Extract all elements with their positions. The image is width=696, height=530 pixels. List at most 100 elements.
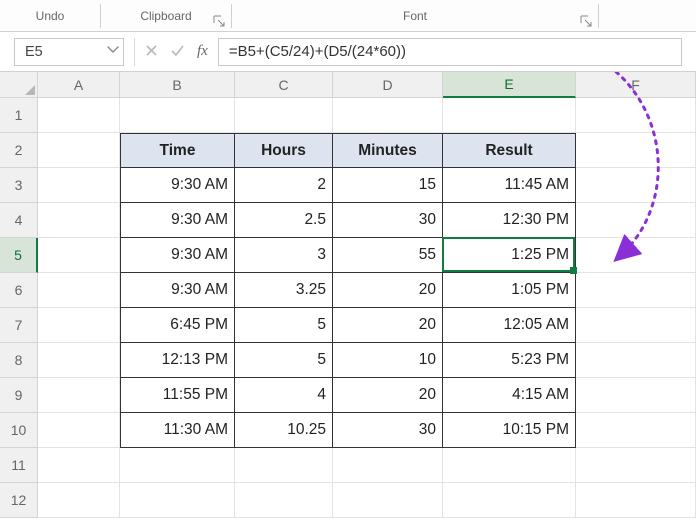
- cells-area[interactable]: TimeHoursMinutesResult9:30 AM21511:45 AM…: [38, 98, 696, 518]
- row-header-1[interactable]: 1: [0, 98, 38, 133]
- cell[interactable]: [443, 98, 576, 133]
- row-header-8[interactable]: 8: [0, 343, 38, 378]
- table-header-minutes[interactable]: Minutes: [333, 133, 443, 168]
- table-cell[interactable]: 10.25: [235, 413, 333, 448]
- grid[interactable]: ABCDEF 123456789101112 TimeHoursMinutesR…: [0, 72, 696, 530]
- table-cell[interactable]: 2: [235, 168, 333, 203]
- cell[interactable]: [333, 98, 443, 133]
- cell[interactable]: [38, 203, 120, 238]
- cell[interactable]: [120, 483, 235, 518]
- cell[interactable]: [235, 483, 333, 518]
- table-cell[interactable]: 12:05 AM: [443, 308, 576, 343]
- table-cell[interactable]: 9:30 AM: [120, 238, 235, 273]
- cell[interactable]: [38, 273, 120, 308]
- table-cell[interactable]: 1:25 PM: [443, 238, 576, 273]
- cell[interactable]: [120, 448, 235, 483]
- table-cell[interactable]: 5:23 PM: [443, 343, 576, 378]
- row-header-10[interactable]: 10: [0, 413, 38, 448]
- cell[interactable]: [576, 448, 696, 483]
- cell[interactable]: [576, 483, 696, 518]
- table-cell[interactable]: 20: [333, 378, 443, 413]
- column-header-D[interactable]: D: [333, 72, 443, 98]
- dialog-launcher-icon[interactable]: [213, 15, 225, 27]
- cell[interactable]: [576, 343, 696, 378]
- column-header-A[interactable]: A: [38, 72, 120, 98]
- cell[interactable]: [576, 238, 696, 273]
- cell[interactable]: [576, 203, 696, 238]
- cell[interactable]: [38, 483, 120, 518]
- row-header-7[interactable]: 7: [0, 308, 38, 343]
- column-header-F[interactable]: F: [576, 72, 696, 98]
- cell[interactable]: [38, 378, 120, 413]
- table-cell[interactable]: 10: [333, 343, 443, 378]
- row-header-4[interactable]: 4: [0, 203, 38, 238]
- table-header-hours[interactable]: Hours: [235, 133, 333, 168]
- dialog-launcher-icon[interactable]: [580, 15, 592, 27]
- column-header-C[interactable]: C: [235, 72, 333, 98]
- table-header-time[interactable]: Time: [120, 133, 235, 168]
- table-cell[interactable]: 11:55 PM: [120, 378, 235, 413]
- cell[interactable]: [443, 448, 576, 483]
- cell[interactable]: [576, 133, 696, 168]
- table-cell[interactable]: 15: [333, 168, 443, 203]
- formula-input[interactable]: =B5+(C5/24)+(D5/(24*60)): [218, 38, 682, 66]
- select-all-button[interactable]: [0, 72, 38, 98]
- column-header-B[interactable]: B: [120, 72, 235, 98]
- table-cell[interactable]: 11:30 AM: [120, 413, 235, 448]
- table-cell[interactable]: 10:15 PM: [443, 413, 576, 448]
- table-cell[interactable]: 9:30 AM: [120, 168, 235, 203]
- cell[interactable]: [38, 238, 120, 273]
- cell[interactable]: [576, 98, 696, 133]
- table-cell[interactable]: 1:05 PM: [443, 273, 576, 308]
- cell[interactable]: [38, 448, 120, 483]
- table-cell[interactable]: 9:30 AM: [120, 273, 235, 308]
- cell[interactable]: [38, 98, 120, 133]
- row-header-3[interactable]: 3: [0, 168, 38, 203]
- row-header-12[interactable]: 12: [0, 483, 38, 518]
- cell[interactable]: [576, 168, 696, 203]
- table-cell[interactable]: 30: [333, 413, 443, 448]
- table-cell[interactable]: 3.25: [235, 273, 333, 308]
- table-cell[interactable]: 4:15 AM: [443, 378, 576, 413]
- cell[interactable]: [576, 308, 696, 343]
- fx-icon[interactable]: fx: [197, 43, 208, 60]
- cell[interactable]: [38, 168, 120, 203]
- cell[interactable]: [576, 378, 696, 413]
- cell[interactable]: [235, 98, 333, 133]
- row-header-11[interactable]: 11: [0, 448, 38, 483]
- cancel-icon[interactable]: [145, 44, 158, 60]
- chevron-down-icon[interactable]: [107, 44, 119, 60]
- column-header-E[interactable]: E: [443, 72, 576, 98]
- cell[interactable]: [38, 343, 120, 378]
- cell[interactable]: [120, 98, 235, 133]
- table-header-result[interactable]: Result: [443, 133, 576, 168]
- table-cell[interactable]: 11:45 AM: [443, 168, 576, 203]
- table-cell[interactable]: 9:30 AM: [120, 203, 235, 238]
- table-cell[interactable]: 5: [235, 308, 333, 343]
- table-cell[interactable]: 4: [235, 378, 333, 413]
- cell[interactable]: [38, 413, 120, 448]
- row-header-6[interactable]: 6: [0, 273, 38, 308]
- cell[interactable]: [235, 448, 333, 483]
- table-cell[interactable]: 6:45 PM: [120, 308, 235, 343]
- cell[interactable]: [38, 133, 120, 168]
- table-cell[interactable]: 12:30 PM: [443, 203, 576, 238]
- cell[interactable]: [576, 273, 696, 308]
- table-cell[interactable]: 12:13 PM: [120, 343, 235, 378]
- check-icon[interactable]: [170, 44, 185, 60]
- table-cell[interactable]: 3: [235, 238, 333, 273]
- table-cell[interactable]: 30: [333, 203, 443, 238]
- table-cell[interactable]: 2.5: [235, 203, 333, 238]
- row-header-2[interactable]: 2: [0, 133, 38, 168]
- table-cell[interactable]: 5: [235, 343, 333, 378]
- table-cell[interactable]: 20: [333, 308, 443, 343]
- table-cell[interactable]: 20: [333, 273, 443, 308]
- cell[interactable]: [333, 483, 443, 518]
- cell[interactable]: [333, 448, 443, 483]
- cell[interactable]: [38, 308, 120, 343]
- cell[interactable]: [443, 483, 576, 518]
- cell[interactable]: [576, 413, 696, 448]
- name-box[interactable]: E5: [14, 38, 124, 66]
- table-cell[interactable]: 55: [333, 238, 443, 273]
- row-header-9[interactable]: 9: [0, 378, 38, 413]
